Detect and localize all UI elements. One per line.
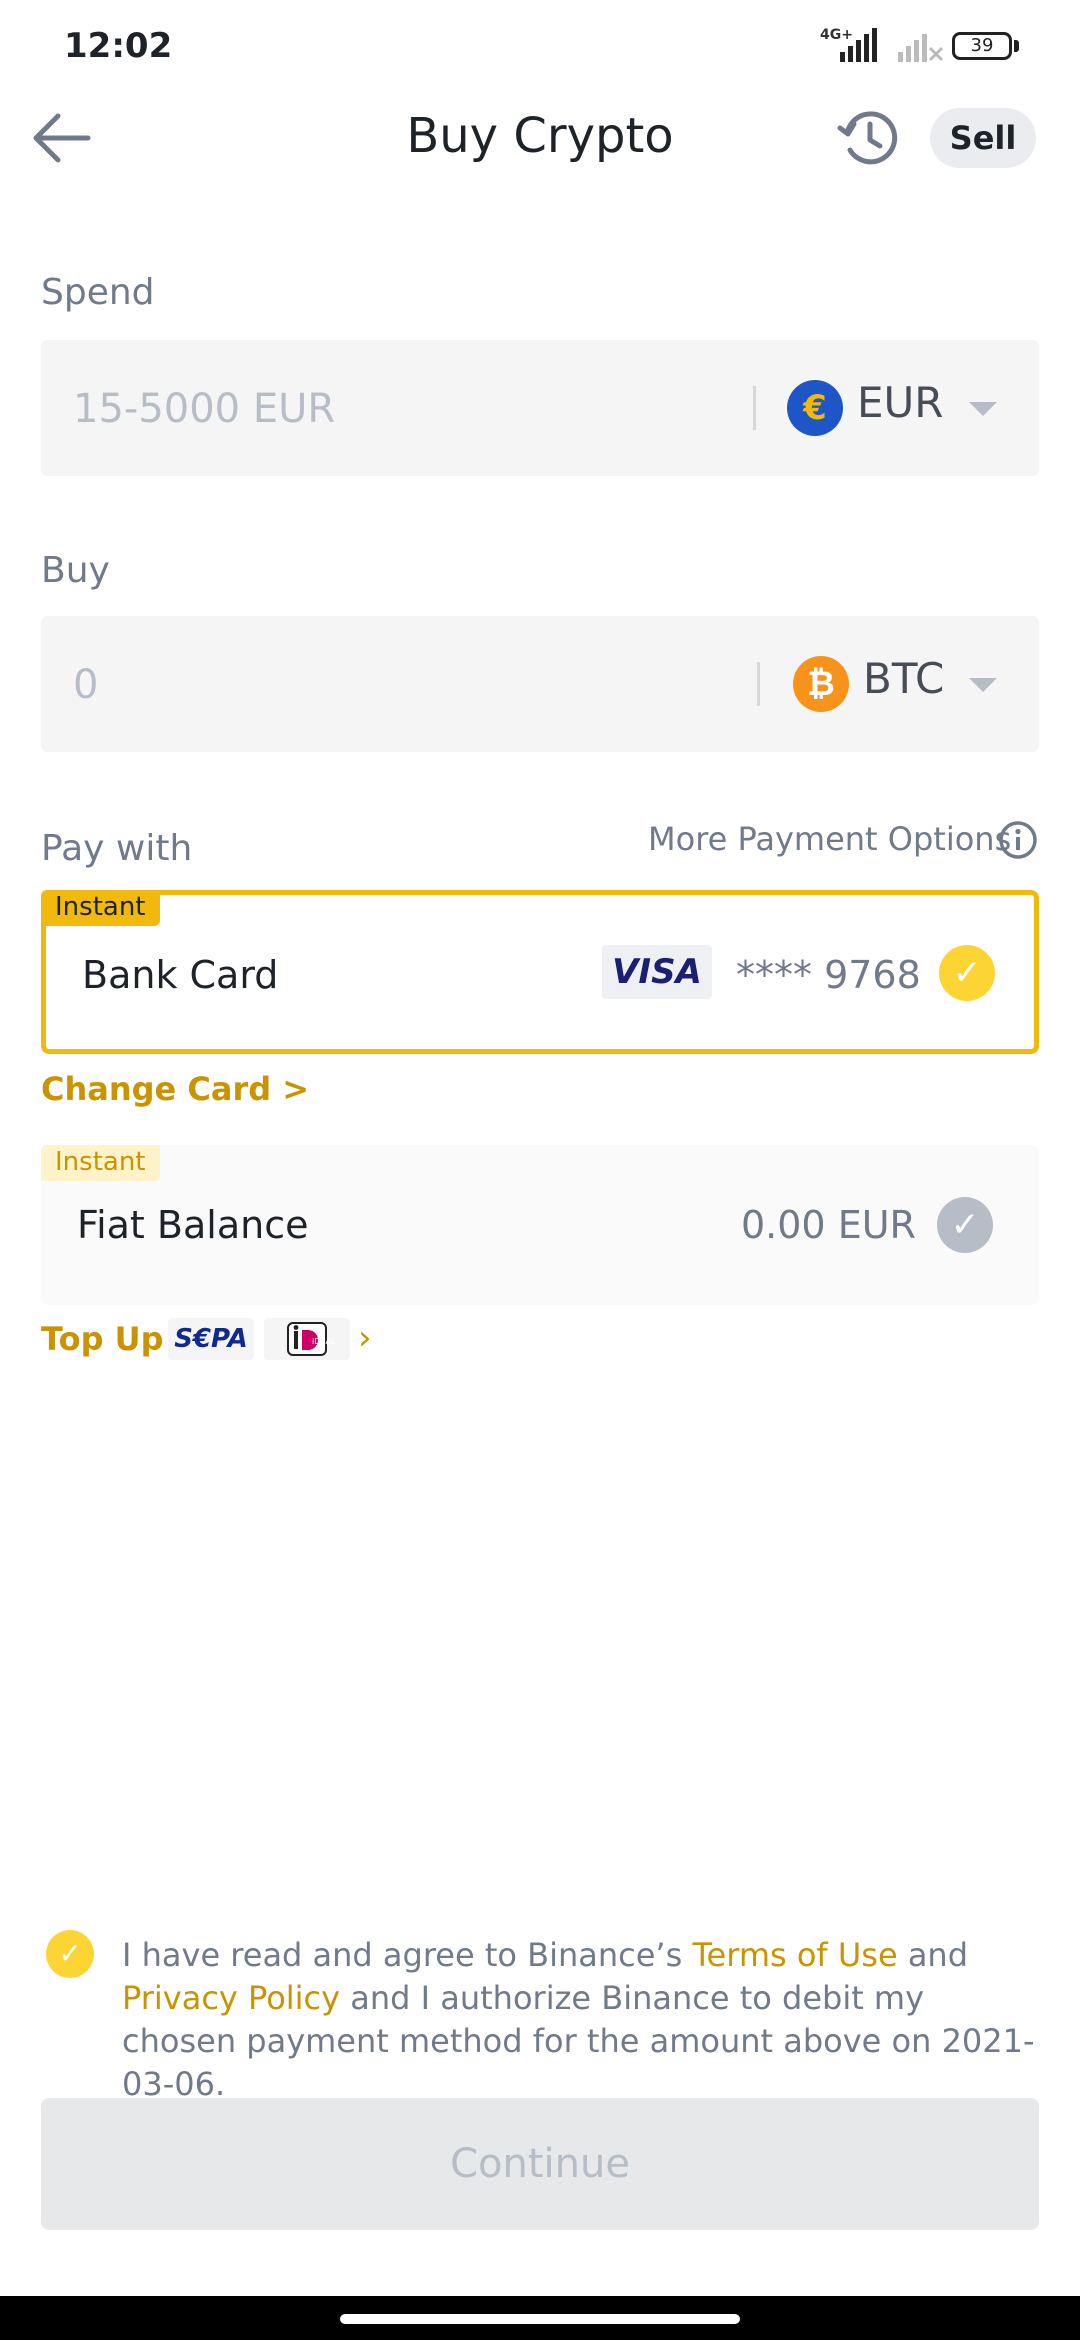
agreement-text-part: I have read and agree to Binance’s	[122, 1936, 693, 1974]
sell-button[interactable]: Sell	[930, 108, 1036, 168]
chevron-down-icon	[969, 678, 997, 692]
visa-logo: VISA	[602, 945, 712, 999]
buy-input[interactable]	[71, 616, 755, 754]
sepa-logo: S€PA	[168, 1318, 254, 1360]
home-indicator[interactable]	[340, 2314, 740, 2324]
instant-badge: Instant	[41, 890, 160, 926]
euro-icon: €	[787, 380, 843, 436]
top-up-link[interactable]: Top Up	[41, 1320, 164, 1358]
history-icon	[837, 111, 898, 165]
check-unselected-icon: ✓	[937, 1197, 993, 1253]
privacy-policy-link[interactable]: Privacy Policy	[122, 1979, 340, 2017]
bank-card-label: Bank Card	[82, 953, 279, 997]
buy-currency-code: BTC	[863, 654, 945, 703]
history-button[interactable]	[836, 106, 900, 170]
buy-field: ₿ BTC	[41, 616, 1039, 754]
chevron-right-icon[interactable]: ›	[358, 1318, 372, 1358]
buy-label: Buy	[41, 550, 110, 591]
battery-indicator: 39	[952, 32, 1012, 60]
ideal-logo: iDEAL	[264, 1318, 350, 1360]
bank-card-option[interactable]: Instant Bank Card VISA **** 9768 ✓	[41, 890, 1039, 1054]
status-time: 12:02	[64, 26, 173, 66]
battery-tip	[1014, 40, 1019, 52]
field-divider	[753, 386, 756, 430]
signal-icon	[840, 28, 944, 62]
agreement-text: I have read and agree to Binance’s Terms…	[122, 1934, 1042, 2106]
page-title: Buy Crypto	[406, 108, 674, 164]
check-selected-icon: ✓	[939, 945, 995, 1001]
change-card-link[interactable]: Change Card >	[41, 1070, 309, 1108]
ideal-text: iDEAL	[312, 1337, 336, 1346]
pay-with-label: Pay with	[41, 828, 193, 869]
spend-input[interactable]	[71, 340, 755, 478]
bitcoin-icon: ₿	[793, 656, 849, 712]
instant-badge: Instant	[41, 1145, 160, 1181]
chevron-down-icon	[969, 402, 997, 416]
continue-button[interactable]: Continue	[41, 2098, 1039, 2230]
spend-currency-code: EUR	[857, 378, 944, 427]
info-icon[interactable]	[998, 820, 1038, 860]
agree-checkbox[interactable]: ✓	[46, 1930, 94, 1978]
fiat-balance-option[interactable]: Instant Fiat Balance 0.00 EUR ✓	[41, 1145, 1039, 1305]
spend-label: Spend	[41, 272, 155, 313]
fiat-balance-label: Fiat Balance	[77, 1203, 309, 1247]
agreement-text-part: and	[897, 1936, 969, 1974]
terms-of-use-link[interactable]: Terms of Use	[692, 1936, 897, 1974]
card-number: **** 9768	[736, 953, 921, 997]
more-payment-options-link[interactable]: More Payment Options	[648, 820, 1011, 858]
fiat-balance-amount: 0.00 EUR	[741, 1203, 916, 1247]
spend-field: € EUR	[41, 340, 1039, 478]
field-divider	[757, 662, 760, 706]
